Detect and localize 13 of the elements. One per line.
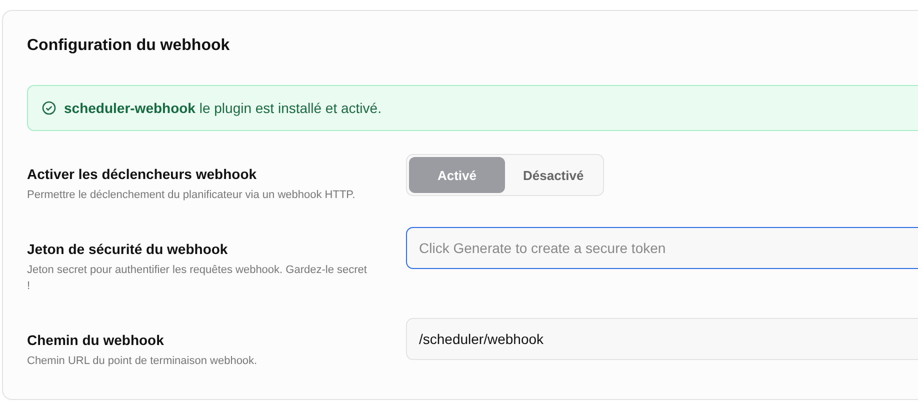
setting-label: Activer les déclencheurs webhook: [27, 166, 258, 182]
banner-text: scheduler-webhook le plugin est installé et activé.: [64, 100, 382, 116]
segment-option[interactable]: Désactivé: [505, 157, 601, 193]
setting-description: Chemin URL du point de terminaison webhook.: [27, 354, 258, 369]
setting-label: Chemin du webhook: [27, 332, 165, 348]
text-field[interactable]: /scheduler/webhook: [406, 318, 918, 360]
card-title: Configuration du webhook: [27, 37, 231, 55]
setting-label: Jeton de sécurité du webhook: [27, 241, 229, 257]
segment-option[interactable]: Activé: [409, 157, 505, 193]
setting-description: Jeton secret pour authentifier les requêtes webhook. Gardez-le secret !: [27, 263, 368, 294]
check-circle-icon: [42, 101, 56, 115]
setting-description: Permettre le déclenchement du planificateur via un webhook HTTP.: [27, 188, 356, 203]
text-field[interactable]: Click Generate to create a secure token: [406, 227, 918, 269]
